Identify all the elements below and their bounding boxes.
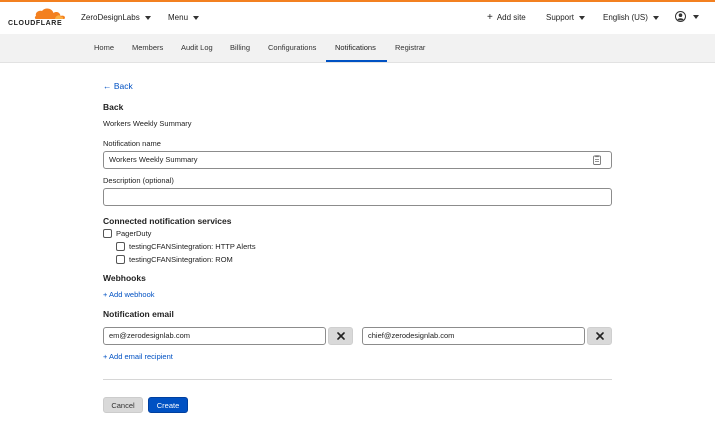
notification-name-input[interactable]: Workers Weekly Summary: [103, 151, 612, 169]
language-dropdown[interactable]: English (US): [603, 13, 659, 22]
plus-icon: +: [487, 11, 493, 23]
tab-registrar[interactable]: Registrar: [395, 43, 425, 52]
clipboard-icon[interactable]: [593, 155, 601, 165]
pagerduty-label: PagerDuty: [116, 229, 152, 238]
back-link[interactable]: ← Back: [103, 81, 133, 91]
description-label: Description (optional): [103, 176, 174, 185]
tab-audit-log[interactable]: Audit Log: [181, 43, 213, 52]
top-bar: CLOUDFLARE ZeroDesignLabs Menu + Add sit…: [0, 2, 715, 34]
add-site-button[interactable]: + Add site: [487, 11, 526, 23]
active-tab-indicator: [326, 60, 387, 62]
chevron-down-icon: [144, 15, 151, 20]
menu-dropdown[interactable]: Menu: [168, 13, 200, 22]
remove-email-button-2[interactable]: [587, 327, 612, 345]
cancel-label: Cancel: [111, 400, 135, 410]
http-alerts-label: testingCFANSintegration: HTTP Alerts: [129, 242, 256, 251]
create-button[interactable]: Create: [148, 397, 188, 413]
webhooks-heading: Webhooks: [103, 273, 146, 283]
email-heading: Notification email: [103, 309, 174, 319]
form-divider: [103, 379, 612, 380]
email-field-1[interactable]: em@zerodesignlab.com: [103, 327, 326, 345]
chevron-down-icon: [693, 14, 699, 19]
rom-checkbox[interactable]: [116, 255, 125, 264]
tab-configurations[interactable]: Configurations: [268, 43, 316, 52]
remove-email-button-1[interactable]: [328, 327, 353, 345]
services-heading: Connected notification services: [103, 216, 232, 226]
chevron-down-icon: [652, 15, 659, 20]
close-icon: [336, 332, 345, 340]
user-menu[interactable]: [675, 11, 699, 22]
menu-label: Menu: [168, 13, 189, 22]
add-webhook-link[interactable]: + Add webhook: [103, 290, 155, 299]
notification-name-label: Notification name: [103, 139, 161, 148]
tab-home[interactable]: Home: [94, 43, 114, 52]
cloud-icon: [34, 8, 65, 19]
description-input[interactable]: [103, 188, 612, 206]
support-dropdown[interactable]: Support: [546, 13, 586, 22]
add-email-recipient-link[interactable]: + Add email recipient: [103, 352, 173, 361]
create-label: Create: [156, 400, 180, 410]
logo-wordmark: CLOUDFLARE: [8, 20, 63, 27]
tab-billing[interactable]: Billing: [230, 43, 250, 52]
cloudflare-logo[interactable]: CLOUDFLARE: [8, 6, 66, 30]
page-subtitle: Workers Weekly Summary: [103, 119, 192, 128]
tab-notifications[interactable]: Notifications: [335, 43, 376, 52]
close-icon: [595, 332, 604, 340]
notification-name-value: Workers Weekly Summary: [109, 155, 198, 164]
chevron-down-icon: [193, 15, 200, 20]
cancel-button[interactable]: Cancel: [103, 397, 143, 413]
chevron-down-icon: [579, 15, 586, 20]
language-label: English (US): [603, 13, 648, 22]
user-avatar-icon: [675, 11, 686, 22]
account-switcher[interactable]: ZeroDesignLabs: [81, 13, 151, 22]
add-site-label: Add site: [496, 13, 526, 22]
support-label: Support: [546, 13, 575, 22]
http-alerts-checkbox[interactable]: [116, 242, 125, 251]
account-nav: Home Members Audit Log Billing Configura…: [0, 34, 715, 63]
tab-members[interactable]: Members: [132, 43, 163, 52]
account-name: ZeroDesignLabs: [81, 13, 140, 22]
page-title: Back: [103, 102, 124, 112]
email-value-2: chief@zerodesignlab.com: [368, 331, 455, 340]
email-value-1: em@zerodesignlab.com: [109, 331, 190, 340]
pagerduty-checkbox[interactable]: [103, 229, 112, 238]
rom-label: testingCFANSintegration: ROM: [129, 255, 233, 264]
email-field-2[interactable]: chief@zerodesignlab.com: [362, 327, 585, 345]
